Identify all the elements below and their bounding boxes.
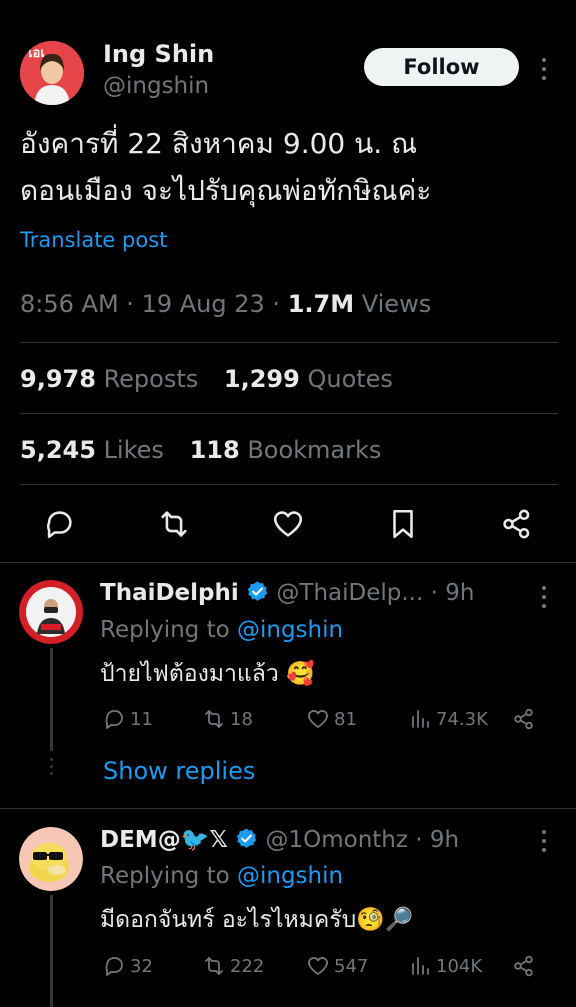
reply-time[interactable]: · 9h xyxy=(415,827,459,853)
reposts-count: 9,978 xyxy=(20,365,96,393)
tweet-text: อังคารที่ 22 สิงหาคม 9.00 น. ณ ดอนเมือง … xyxy=(20,120,560,214)
reply-text: มีดอกจันทร์ อะไรไหมครับ🧐🔎 xyxy=(100,907,414,933)
replying-to: Replying to @ingshin xyxy=(100,863,343,889)
reply-time[interactable]: · 9h xyxy=(431,580,475,606)
quotes-stat[interactable]: 1,299 Quotes xyxy=(224,365,393,393)
tweet-time[interactable]: 8:56 AM xyxy=(20,290,119,318)
reposts-label: Reposts xyxy=(103,365,199,393)
share-icon xyxy=(514,708,533,730)
share-button[interactable] xyxy=(512,954,536,978)
reply-count: 11 xyxy=(130,708,153,730)
thread-line xyxy=(50,648,53,751)
reposts-stat[interactable]: 9,978 Reposts xyxy=(20,365,198,393)
divider xyxy=(0,808,576,809)
reply-icon xyxy=(105,710,123,729)
quotes-label: Quotes xyxy=(307,365,393,393)
reply-author-handle[interactable]: @ThaiDelp... xyxy=(276,580,423,606)
author-avatar[interactable]: ไอเ xyxy=(20,41,84,105)
repost-count: 222 xyxy=(230,955,265,977)
replying-to-handle[interactable]: @ingshin xyxy=(237,617,343,643)
repost-quote-stats: 9,978 Reposts 1,299 Quotes xyxy=(20,365,393,393)
divider xyxy=(20,413,558,414)
more-options-icon[interactable] xyxy=(537,586,551,608)
like-icon xyxy=(308,957,328,975)
bookmark-icon[interactable] xyxy=(386,507,420,541)
reply-actions: 11 18 81 74.3K xyxy=(100,707,550,737)
repost-count-button[interactable]: 222 xyxy=(202,954,264,978)
views-count-button[interactable]: 74.3K xyxy=(408,707,488,731)
divider xyxy=(20,342,558,343)
reply-author-name[interactable]: DEM@🐦𝕏 xyxy=(100,827,228,853)
reply-count: 32 xyxy=(130,955,153,977)
reply-author-handle[interactable]: @1Omonthz xyxy=(265,827,407,853)
reply-header: DEM@🐦𝕏 @1Omonthz · 9h xyxy=(100,826,459,856)
bookmarks-label: Bookmarks xyxy=(247,436,382,464)
verified-badge-icon xyxy=(246,580,269,609)
replying-to: Replying to @ingshin xyxy=(100,617,343,643)
translate-post-link[interactable]: Translate post xyxy=(20,228,167,252)
show-replies-link[interactable]: Show replies xyxy=(103,757,255,785)
reply-author-name[interactable]: ThaiDelphi xyxy=(100,580,239,606)
views-label: Views xyxy=(361,290,432,318)
bookmarks-count: 118 xyxy=(189,436,240,464)
views-count: 104K xyxy=(436,955,483,977)
like-bookmark-stats: 5,245 Likes 118 Bookmarks xyxy=(20,436,381,464)
quotes-count: 1,299 xyxy=(223,365,300,393)
divider xyxy=(20,484,558,485)
more-options-icon[interactable] xyxy=(537,830,551,852)
likes-label: Likes xyxy=(103,436,164,464)
reply-header: ThaiDelphi @ThaiDelp... · 9h xyxy=(100,580,474,609)
like-count-button[interactable]: 547 xyxy=(306,954,368,978)
repost-count: 18 xyxy=(230,708,253,730)
thread-line xyxy=(50,895,53,1007)
views-count: 1.7M xyxy=(287,290,355,318)
bookmarks-stat[interactable]: 118 Bookmarks xyxy=(190,436,382,464)
follow-button[interactable]: Follow xyxy=(364,48,519,86)
replying-to-handle[interactable]: @ingshin xyxy=(237,863,343,889)
like-icon xyxy=(308,710,328,728)
verified-badge-icon xyxy=(235,827,258,856)
share-icon xyxy=(514,955,533,977)
like-count-button[interactable]: 81 xyxy=(306,707,357,731)
thread-dots xyxy=(49,758,54,775)
author-handle[interactable]: @ingshin xyxy=(103,73,209,99)
repost-count-button[interactable]: 18 xyxy=(202,707,253,731)
likes-stat[interactable]: 5,245 Likes xyxy=(20,436,164,464)
reply-icon[interactable] xyxy=(42,507,76,541)
reply-actions: 32 222 547 104K xyxy=(100,954,550,984)
repost-icon xyxy=(205,710,223,728)
tweet-text-line: อังคารที่ 22 สิงหาคม 9.00 น. ณ xyxy=(20,127,418,160)
share-icon[interactable] xyxy=(500,507,534,541)
separator: · xyxy=(126,290,134,318)
repost-icon[interactable] xyxy=(157,507,191,541)
reply-count-button[interactable]: 32 xyxy=(102,954,153,978)
separator: · xyxy=(272,290,281,318)
tweet-date[interactable]: 19 Aug 23 xyxy=(142,290,265,318)
tweet-meta: 8:56 AM · 19 Aug 23 · 1.7M Views xyxy=(20,290,431,318)
tweet-text-line: ดอนเมือง จะไปรับคุณพ่อทักษิณค่ะ xyxy=(20,174,432,207)
reply-text: ป้ายไฟต้องมาแล้ว 🥰 xyxy=(100,661,315,687)
views-icon xyxy=(412,957,429,975)
like-count: 547 xyxy=(334,955,369,977)
reply-avatar[interactable] xyxy=(19,827,83,891)
likes-count: 5,245 xyxy=(20,436,96,464)
divider xyxy=(0,562,576,563)
author-name[interactable]: Ing Shin xyxy=(103,40,214,68)
reply-count-button[interactable]: 11 xyxy=(102,707,153,731)
replying-prefix: Replying to xyxy=(100,863,230,889)
like-icon[interactable] xyxy=(271,507,305,541)
share-button[interactable] xyxy=(512,707,536,731)
like-count: 81 xyxy=(334,708,357,730)
views-count-button[interactable]: 104K xyxy=(408,954,482,978)
svg-text:ไอเ: ไอเ xyxy=(24,44,45,61)
repost-icon xyxy=(205,957,223,975)
reply-icon xyxy=(105,957,123,976)
more-options-icon[interactable] xyxy=(537,58,551,80)
reply-avatar[interactable] xyxy=(19,580,83,644)
replying-prefix: Replying to xyxy=(100,617,230,643)
views-icon xyxy=(412,710,429,728)
views-count: 74.3K xyxy=(436,708,488,730)
